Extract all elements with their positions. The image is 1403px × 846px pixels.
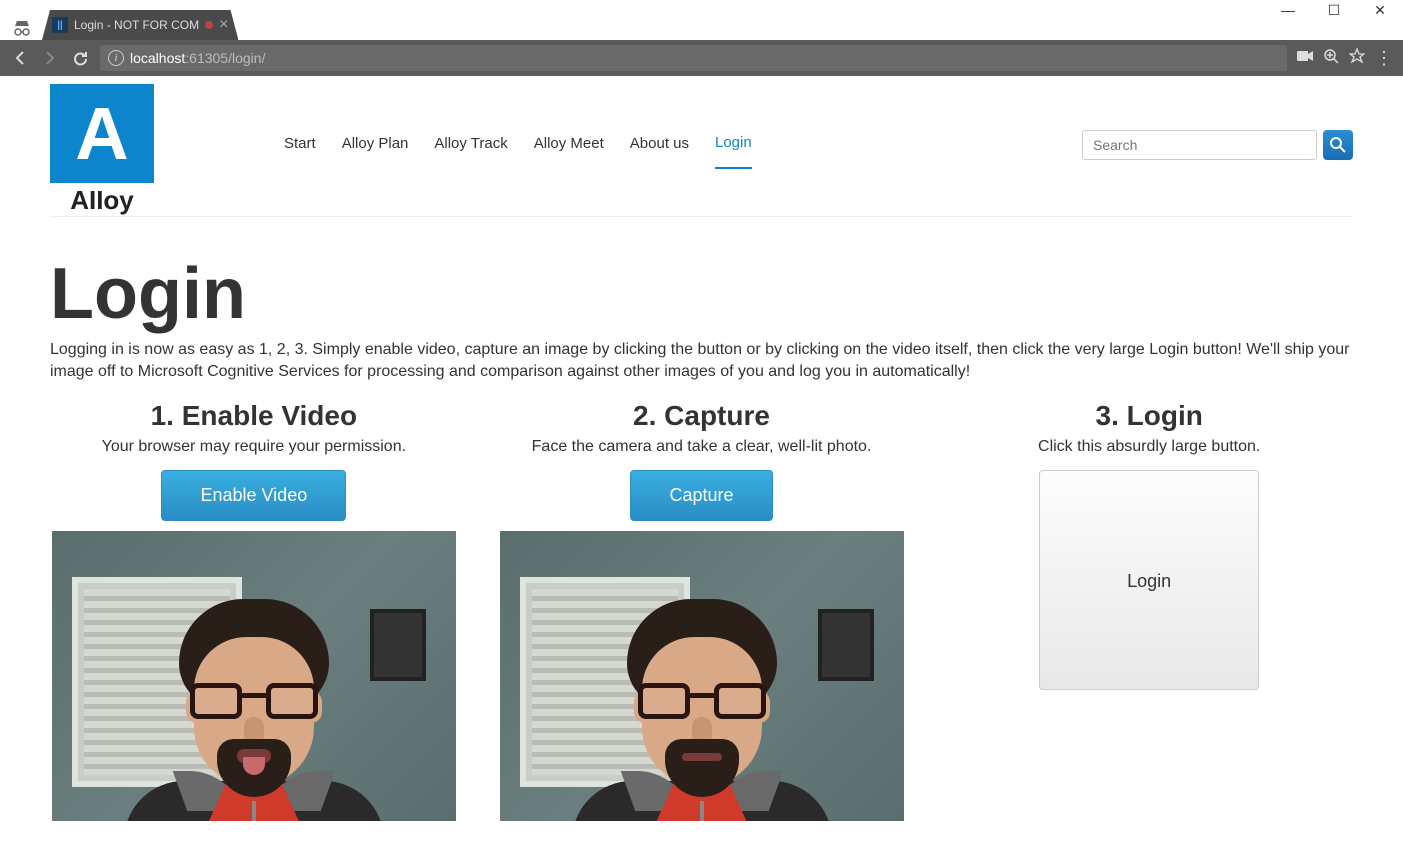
tab-bar: || Login - NOT FOR COM × <box>0 0 1403 40</box>
step-capture: 2. Capture Face the camera and take a cl… <box>498 400 906 821</box>
nav-alloy-track[interactable]: Alloy Track <box>434 135 507 168</box>
login-button[interactable]: Login <box>1039 470 1259 690</box>
window-close-button[interactable]: ✕ <box>1357 0 1403 20</box>
bookmark-star-icon[interactable] <box>1349 48 1365 69</box>
video-preview[interactable] <box>52 531 456 821</box>
page-viewport[interactable]: A AIIoy Start Alloy Plan Alloy Track All… <box>0 76 1403 846</box>
captured-image[interactable] <box>500 531 904 821</box>
logo-letter: A <box>75 91 128 176</box>
nav-alloy-plan[interactable]: Alloy Plan <box>342 135 409 168</box>
site-header: A AIIoy Start Alloy Plan Alloy Track All… <box>50 76 1353 217</box>
search <box>1082 130 1353 160</box>
search-input[interactable] <box>1082 130 1317 160</box>
address-bar-actions: ⋮ <box>1297 48 1393 69</box>
url-path: /login/ <box>228 50 265 66</box>
nav-start[interactable]: Start <box>284 135 316 168</box>
chrome-menu-button[interactable]: ⋮ <box>1375 48 1393 69</box>
nav-reload-button[interactable] <box>70 48 90 68</box>
page-description: Logging in is now as easy as 1, 2, 3. Si… <box>50 339 1353 382</box>
tab-close-button[interactable]: × <box>219 17 228 33</box>
nav-alloy-meet[interactable]: Alloy Meet <box>534 135 604 168</box>
url-port: :61305 <box>185 50 228 66</box>
step-login: 3. Login Click this absurdly large butto… <box>945 400 1353 821</box>
zoom-icon[interactable] <box>1323 48 1339 69</box>
nav-back-button[interactable] <box>10 48 30 68</box>
url-host: localhost <box>130 50 185 66</box>
step-subtext: Face the camera and take a clear, well-l… <box>498 438 906 456</box>
window-minimize-button[interactable]: — <box>1265 0 1311 20</box>
address-bar: i localhost:61305/login/ ⋮ <box>0 40 1403 76</box>
browser-tab[interactable]: || Login - NOT FOR COM × <box>42 10 238 40</box>
window-controls: — ☐ ✕ <box>1265 0 1403 20</box>
nav-login[interactable]: Login <box>715 134 752 169</box>
step-subtext: Your browser may require your permission… <box>50 438 458 456</box>
nav-forward-button[interactable] <box>40 48 60 68</box>
camera-icon[interactable] <box>1297 49 1313 67</box>
step-heading: 1. Enable Video <box>50 400 458 432</box>
tab-favicon-icon: || <box>52 17 68 33</box>
tab-title: Login - NOT FOR COM <box>74 18 199 32</box>
steps-row: 1. Enable Video Your browser may require… <box>50 400 1353 821</box>
page-title: Login <box>50 253 1353 335</box>
step-heading: 2. Capture <box>498 400 906 432</box>
logo-text: AIIoy <box>70 185 134 216</box>
search-button[interactable] <box>1323 130 1353 160</box>
incognito-icon <box>10 16 34 40</box>
window-maximize-button[interactable]: ☐ <box>1311 0 1357 20</box>
step-heading: 3. Login <box>945 400 1353 432</box>
browser-chrome: || Login - NOT FOR COM × i localhost:613… <box>0 0 1403 76</box>
enable-video-button[interactable]: Enable Video <box>161 470 346 521</box>
step-enable-video: 1. Enable Video Your browser may require… <box>50 400 458 821</box>
capture-button[interactable]: Capture <box>630 470 772 521</box>
step-subtext: Click this absurdly large button. <box>945 438 1353 456</box>
address-field[interactable]: i localhost:61305/login/ <box>100 45 1287 71</box>
tab-recording-icon <box>205 21 213 29</box>
site-info-icon[interactable]: i <box>108 50 124 66</box>
main-nav: Start Alloy Plan Alloy Track Alloy Meet … <box>284 134 752 169</box>
nav-about-us[interactable]: About us <box>630 135 689 168</box>
site-logo[interactable]: A AIIoy <box>50 84 154 216</box>
